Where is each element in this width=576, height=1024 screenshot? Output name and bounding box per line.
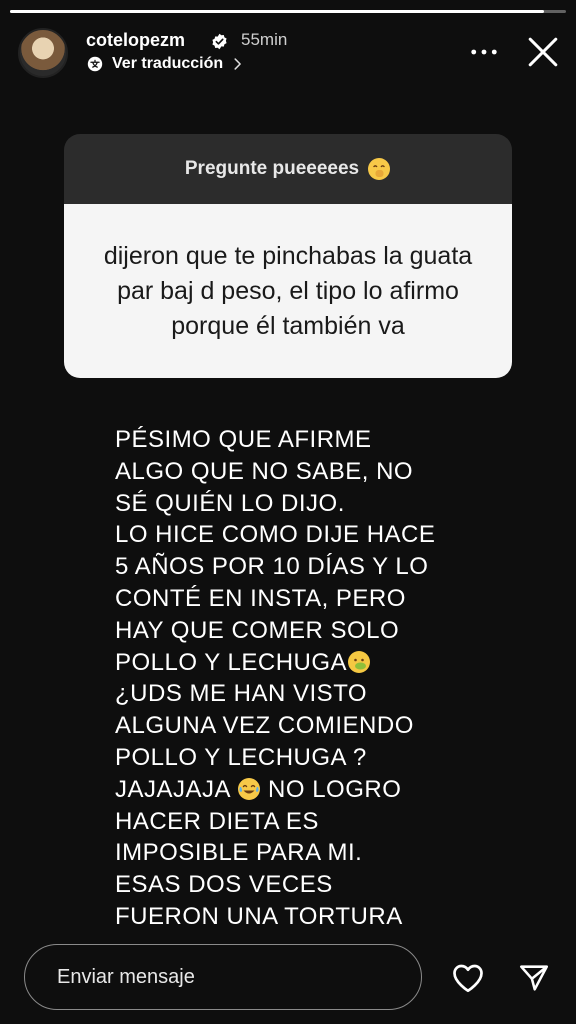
verified-icon bbox=[212, 33, 227, 50]
username[interactable]: cotelopezm bbox=[86, 30, 185, 51]
question-prompt: Pregunte pueeeees bbox=[184, 158, 360, 179]
like-button[interactable] bbox=[446, 956, 490, 1000]
translate-label: Ver traducción bbox=[112, 55, 224, 72]
heart-icon bbox=[453, 964, 483, 993]
question-sticker-header: Pregunte pueeeees bbox=[64, 134, 512, 204]
story-progress-bar bbox=[10, 10, 566, 13]
tears-of-joy-emoji bbox=[237, 777, 260, 800]
question-sticker[interactable]: Pregunte pueeeees dijeron que te pinchab… bbox=[64, 134, 512, 378]
close-icon bbox=[528, 37, 558, 67]
send-icon bbox=[519, 965, 549, 991]
more-options-button[interactable] bbox=[464, 38, 504, 66]
post-time: 55min bbox=[241, 30, 288, 49]
answer-text-block: PÉSIMO QUE AFIRME ALGO QUE NO SABE, NO S… bbox=[115, 424, 455, 933]
message-placeholder: Enviar mensaje bbox=[57, 965, 195, 988]
story-progress-fill bbox=[10, 10, 544, 13]
avatar[interactable] bbox=[18, 28, 68, 78]
send-button[interactable] bbox=[512, 956, 556, 1000]
chevron-right-icon bbox=[234, 58, 242, 70]
story-header: cotelopezm 55min Ver traducción bbox=[18, 24, 562, 82]
nauseated-face-emoji bbox=[348, 650, 371, 673]
question-text: dijeron que te pinchabas la guata par ba… bbox=[103, 241, 473, 340]
translate-link[interactable]: Ver traducción bbox=[86, 55, 245, 73]
question-sticker-body: dijeron que te pinchabas la guata par ba… bbox=[64, 204, 512, 378]
translate-icon bbox=[87, 56, 103, 72]
more-icon bbox=[471, 49, 497, 55]
close-button[interactable] bbox=[523, 32, 563, 72]
hand-over-mouth-emoji bbox=[368, 158, 391, 180]
send-message-input[interactable]: Enviar mensaje bbox=[24, 944, 422, 1010]
answer-text-part: PÉSIMO QUE AFIRME ALGO QUE NO SABE, NO S… bbox=[115, 426, 436, 676]
